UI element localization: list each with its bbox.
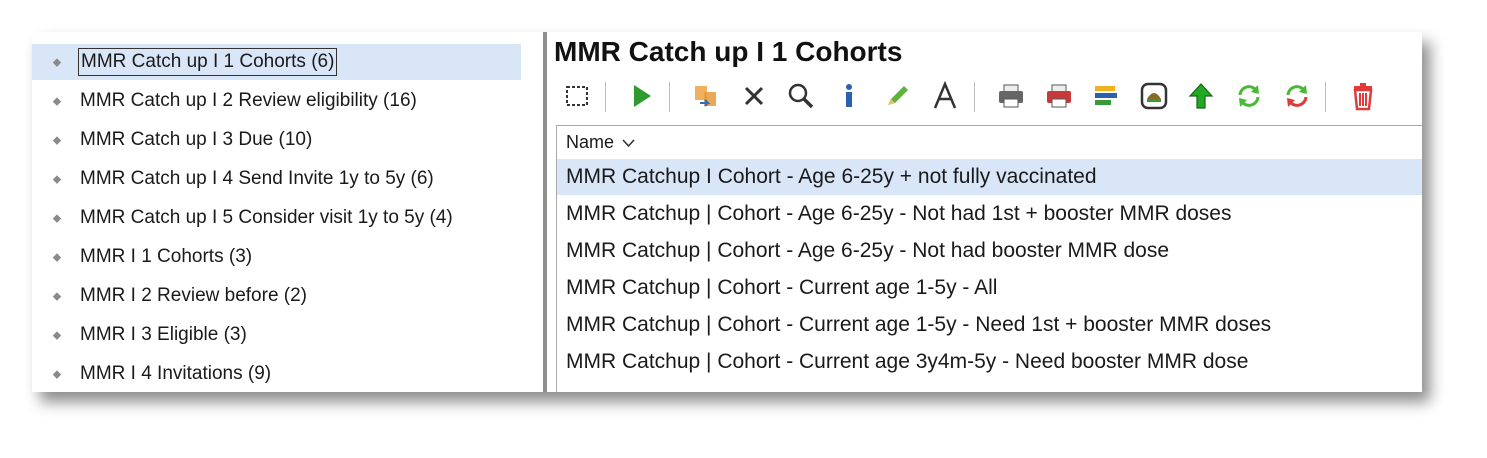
tree-item-label: MMR Catch up I 5 Consider visit 1y to 5y… bbox=[80, 207, 453, 228]
tree-item[interactable]: ◆ MMR I 2 Review before (2) bbox=[32, 278, 521, 314]
tree-bullet-icon: ◆ bbox=[52, 329, 62, 342]
tree-bullet-icon: ◆ bbox=[52, 251, 62, 264]
row-label: MMR Catchup | Cohort - Current age 3y4m-… bbox=[566, 350, 1249, 373]
table-row[interactable]: MMR Catchup I Cohort - Age 6-25y + not f… bbox=[557, 159, 1422, 195]
table-row[interactable]: MMR Catchup | Cohort - Age 6-25y - Not h… bbox=[557, 233, 1422, 269]
toolbar-separator bbox=[669, 82, 670, 112]
main-panel: MMR Catch up I 1 Cohorts Name MMR Catchu… bbox=[547, 32, 1422, 392]
transfer-icon[interactable] bbox=[690, 80, 722, 112]
edit-pencil-icon[interactable] bbox=[881, 80, 913, 112]
tree-bullet-icon: ◆ bbox=[52, 290, 62, 303]
tree-item-label: MMR I 3 Eligible (3) bbox=[80, 324, 247, 345]
tree-item-label: MMR I 2 Review before (2) bbox=[80, 285, 308, 306]
tree-item[interactable]: ◆ MMR I 4 Invitations (9) bbox=[32, 356, 521, 392]
delete-x-icon[interactable] bbox=[738, 80, 770, 112]
column-header-name[interactable]: Name bbox=[566, 132, 635, 153]
tree-bullet-icon: ◆ bbox=[52, 212, 62, 225]
tree-item[interactable]: ◆ MMR Catch up I 4 Send Invite 1y to 5y … bbox=[32, 161, 521, 197]
row-label: MMR Catchup | Cohort - Current age 1-5y … bbox=[566, 276, 998, 299]
info-icon[interactable] bbox=[833, 80, 865, 112]
font-icon[interactable] bbox=[929, 80, 961, 112]
search-icon[interactable] bbox=[785, 80, 817, 112]
toolbar-separator bbox=[974, 82, 975, 112]
preview-icon[interactable] bbox=[1138, 80, 1170, 112]
tree-bullet-icon: ◆ bbox=[52, 95, 62, 108]
report-icon[interactable] bbox=[1090, 80, 1122, 112]
toolbar-separator bbox=[1325, 82, 1326, 112]
refresh-icon[interactable] bbox=[1233, 80, 1265, 112]
app-window: ◆ MMR Catch up I 1 Cohorts (6) ◆ MMR Cat… bbox=[32, 32, 1422, 392]
row-label: MMR Catchup I Cohort - Age 6-25y + not f… bbox=[566, 165, 1097, 188]
table-row[interactable]: MMR Catchup | Cohort - Current age 3y4m-… bbox=[557, 344, 1422, 380]
tree-bullet-icon: ◆ bbox=[52, 368, 62, 381]
table-row[interactable]: MMR Catchup | Cohort - Current age 1-5y … bbox=[557, 307, 1422, 343]
tree-item[interactable]: ◆ MMR Catch up I 1 Cohorts (6) bbox=[32, 44, 521, 80]
print-icon[interactable] bbox=[995, 80, 1027, 112]
tree-item[interactable]: ◆ MMR Catch up I 3 Due (10) bbox=[32, 122, 521, 158]
tree-item-label: MMR I 1 Cohorts (3) bbox=[80, 246, 253, 267]
search-tree-panel: ◆ MMR Catch up I 1 Cohorts (6) ◆ MMR Cat… bbox=[32, 32, 543, 392]
page-title: MMR Catch up I 1 Cohorts bbox=[554, 36, 903, 67]
tree-item[interactable]: ◆ MMR I 3 Eligible (3) bbox=[32, 317, 521, 353]
trash-icon[interactable] bbox=[1347, 80, 1379, 112]
tree-item-label: MMR Catch up I 1 Cohorts (6) bbox=[78, 48, 338, 76]
tree-bullet-icon: ◆ bbox=[52, 56, 62, 69]
toolbar-separator bbox=[605, 82, 606, 112]
refresh-red-icon[interactable] bbox=[1281, 80, 1313, 112]
chevron-down-icon bbox=[622, 138, 635, 147]
print-red-icon[interactable] bbox=[1043, 80, 1075, 112]
tree-bullet-icon: ◆ bbox=[52, 134, 62, 147]
table-row[interactable]: MMR Catchup | Cohort - Age 6-25y - Not h… bbox=[557, 196, 1422, 232]
tree-item-label: MMR Catch up I 3 Due (10) bbox=[80, 129, 313, 150]
tree-item[interactable]: ◆ MMR Catch up I 5 Consider visit 1y to … bbox=[32, 200, 521, 236]
row-label: MMR Catchup | Cohort - Current age 1-5y … bbox=[566, 313, 1272, 336]
row-label: MMR Catchup | Cohort - Age 6-25y - Not h… bbox=[566, 239, 1170, 262]
tree-item[interactable]: ◆ MMR I 1 Cohorts (3) bbox=[32, 239, 521, 275]
toolbar bbox=[547, 76, 1422, 116]
tree-item[interactable]: ◆ MMR Catch up I 2 Review eligibility (1… bbox=[32, 83, 521, 119]
results-grid: Name MMR Catchup I Cohort - Age 6-25y + … bbox=[556, 125, 1422, 392]
upload-arrow-icon[interactable] bbox=[1185, 80, 1217, 112]
tree-item-label: MMR I 4 Invitations (9) bbox=[80, 363, 272, 384]
row-label: MMR Catchup | Cohort - Age 6-25y - Not h… bbox=[566, 202, 1232, 225]
tree-item-label: MMR Catch up I 4 Send Invite 1y to 5y (6… bbox=[80, 168, 434, 189]
table-row[interactable]: MMR Catchup | Cohort - Current age 1-5y … bbox=[557, 270, 1422, 306]
tree-bullet-icon: ◆ bbox=[52, 173, 62, 186]
column-header-label: Name bbox=[566, 132, 615, 152]
run-icon[interactable] bbox=[625, 80, 657, 112]
grid-header: Name bbox=[557, 126, 1422, 159]
select-icon[interactable] bbox=[561, 80, 593, 112]
tree-item-label: MMR Catch up I 2 Review eligibility (16) bbox=[80, 90, 417, 111]
